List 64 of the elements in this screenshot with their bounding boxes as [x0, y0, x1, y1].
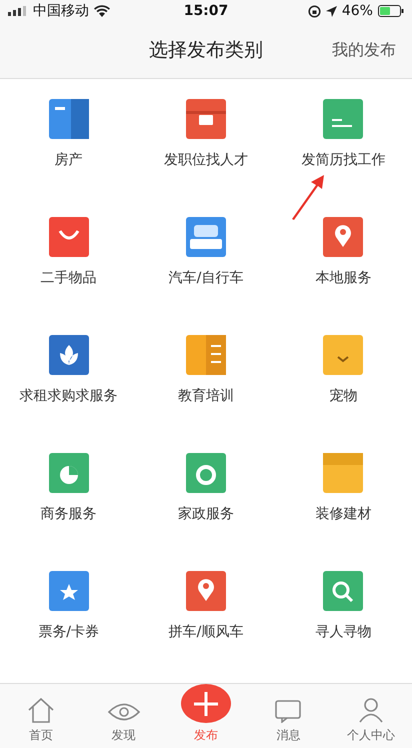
clock-time: 15:07 [184, 3, 228, 20]
category-item[interactable]: 票务/卡券 [0, 565, 138, 683]
category-item[interactable]: 发简历找工作 [274, 93, 412, 211]
person-icon [358, 697, 384, 723]
category-item[interactable]: 家政服务 [137, 447, 275, 565]
car-icon [184, 215, 228, 259]
category-label: 教育培训 [178, 387, 234, 405]
category-label: 发职位找人才 [164, 151, 248, 169]
my-posts-link[interactable]: 我的发布 [332, 40, 396, 61]
category-label: 宠物 [329, 387, 358, 405]
category-label: 拼车/顺风车 [168, 623, 244, 641]
category-item[interactable]: 本地服务 [274, 211, 412, 329]
tab-item[interactable]: 消息 [247, 684, 330, 748]
wifi-icon [94, 5, 110, 18]
building-icon [46, 97, 91, 141]
rotation-lock-icon [308, 4, 321, 18]
ticket-icon [46, 569, 91, 613]
category-label: 求租求购求服务 [20, 387, 118, 405]
car-pin-icon [184, 569, 228, 613]
carrier-name: 中国移动 [33, 2, 89, 20]
category-label: 本地服务 [315, 269, 372, 287]
home-icon [27, 697, 56, 723]
bag-icon [46, 215, 91, 259]
category-item[interactable]: 拼车/顺风车 [137, 565, 275, 683]
page-title: 选择发布类别 [149, 38, 263, 64]
category-label: 房产 [54, 151, 83, 169]
category-item[interactable]: 寻人寻物 [274, 565, 412, 683]
category-label: 商务服务 [40, 505, 97, 523]
location-arrow-icon [326, 6, 337, 17]
annotation-arrow [290, 173, 326, 221]
book-icon [184, 333, 228, 377]
message-icon [274, 699, 302, 723]
tab-item[interactable]: 发现 [82, 684, 165, 748]
location-pin-icon [321, 215, 366, 259]
category-label: 票务/卡券 [38, 623, 100, 641]
category-label: 家政服务 [178, 505, 234, 523]
tab-item[interactable]: 发布 [164, 684, 248, 748]
search-icon [321, 569, 366, 613]
category-item[interactable]: 发职位找人才 [137, 93, 275, 211]
category-item[interactable]: 宠物 [274, 329, 412, 447]
eye-icon [106, 701, 141, 723]
board-icon [321, 451, 366, 495]
category-item[interactable]: 装修建材 [274, 447, 412, 565]
battery-icon [378, 5, 404, 18]
briefcase-icon [184, 97, 228, 141]
tab-item[interactable]: 首页 [0, 684, 82, 748]
signal-icon [8, 6, 28, 16]
battery-percent: 46% [342, 3, 373, 20]
ring-icon [184, 451, 228, 495]
flower-icon [46, 333, 91, 377]
category-item[interactable]: 求租求购求服务 [0, 329, 138, 447]
document-icon [321, 97, 366, 141]
category-label: 发简历找工作 [301, 151, 386, 169]
category-item[interactable]: 商务服务 [0, 447, 138, 565]
chart-icon [46, 451, 91, 495]
category-item[interactable]: 二手物品 [0, 211, 138, 329]
category-item[interactable]: 房产 [0, 93, 138, 211]
category-item[interactable]: 教育培训 [137, 329, 275, 447]
category-label: 寻人寻物 [315, 623, 372, 641]
tab-item[interactable]: 个人中心 [330, 684, 412, 748]
category-item[interactable]: 汽车/自行车 [137, 211, 275, 329]
category-label: 二手物品 [40, 269, 97, 287]
category-label: 汽车/自行车 [168, 269, 244, 287]
category-label: 装修建材 [315, 505, 372, 523]
